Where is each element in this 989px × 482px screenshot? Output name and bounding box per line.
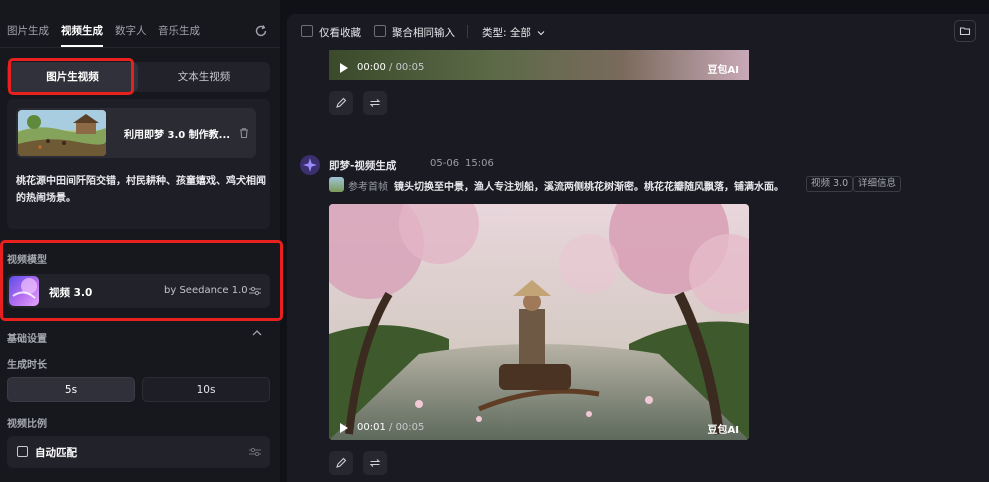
model-tag[interactable]: 视频 3.0 [806, 176, 854, 192]
regenerate-icon [369, 459, 381, 467]
video-frame [329, 204, 749, 440]
play-icon[interactable] [340, 63, 348, 73]
author-name: 即梦-视频生成 [329, 160, 397, 172]
regenerate-button[interactable] [363, 91, 387, 115]
folder-icon [959, 27, 971, 36]
basic-settings-label: 基础设置 [7, 334, 47, 345]
reference-frame-thumbnail[interactable] [329, 177, 344, 192]
regenerate-button[interactable] [363, 451, 387, 475]
chevron-up-icon[interactable] [252, 329, 262, 337]
feed-toolbar: 仅看收藏 聚合相同输入 类型: 全部 [287, 14, 989, 50]
reference-image-thumbnail [18, 110, 106, 156]
type-filter-label: 类型: 全部 [482, 27, 531, 39]
tab-digital-human[interactable]: 数字人 [115, 23, 147, 38]
duration-5s-button[interactable]: 5s [7, 377, 135, 402]
left-panel: 图片生成 视频生成 数字人 音乐生成 图片生视频 文本生视频 利用即梦 3.0 … [0, 0, 283, 482]
image-to-video-button[interactable]: 图片生视频 [7, 62, 138, 92]
reference-title: 利用即梦 3.0 制作教... [124, 130, 231, 141]
reference-frame-label: 参考首帧 [348, 182, 388, 193]
edit-button[interactable] [329, 451, 353, 475]
video-player[interactable]: 00:01 / 00:05 豆包AI [329, 204, 749, 440]
model-section-label: 视频模型 [7, 255, 47, 266]
type-filter-dropdown[interactable]: 类型: 全部 [482, 25, 545, 40]
details-tag[interactable]: 详细信息 [853, 176, 902, 192]
video-time: 00:01 / 00:05 [357, 422, 424, 433]
settings-sliders-icon[interactable] [249, 286, 261, 296]
video-watermark: 豆包AI [707, 65, 739, 76]
video-player[interactable]: 00:00 / 00:05 豆包AI [329, 50, 749, 80]
play-icon[interactable] [340, 423, 348, 433]
video-total-time: / 00:05 [389, 62, 425, 73]
prompt-card: 利用即梦 3.0 制作教... 桃花源中田间阡陌交错，村民耕种、孩童嬉戏、鸡犬相… [7, 99, 270, 229]
folder-button[interactable] [954, 20, 976, 42]
ratio-label: 视频比例 [7, 419, 47, 430]
fav-only-checkbox[interactable] [301, 25, 313, 37]
model-icon [9, 276, 39, 306]
prompt-text[interactable]: 桃花源中田间阡陌交错，村民耕种、孩童嬉戏、鸡犬相闻的热闹场景。 [16, 173, 266, 207]
mode-switch: 图片生视频 文本生视频 [7, 62, 270, 92]
edit-button[interactable] [329, 91, 353, 115]
video-current-time: 00:00 [357, 62, 386, 73]
duration-10s-button[interactable]: 10s [142, 377, 270, 402]
chevron-down-icon [537, 31, 545, 36]
pencil-icon [336, 457, 347, 468]
model-provider: by Seedance 1.0 [164, 285, 248, 296]
aspect-ratio-icon [17, 446, 28, 457]
avatar [300, 155, 320, 175]
ratio-selector[interactable]: 自动匹配 [7, 436, 270, 468]
video-time: 00:00 / 00:05 [357, 62, 424, 73]
video-current-time: 00:01 [357, 422, 386, 433]
merge-same-label[interactable]: 聚合相同输入 [392, 25, 455, 40]
model-selector[interactable]: 视频 3.0 by Seedance 1.0 [7, 274, 270, 308]
ratio-value: 自动匹配 [35, 447, 77, 459]
toolbar-divider [467, 25, 468, 38]
video-total-time: / 00:05 [389, 422, 425, 433]
settings-sliders-icon[interactable] [249, 447, 261, 457]
tab-image-gen[interactable]: 图片生成 [7, 23, 49, 38]
refresh-icon[interactable] [254, 24, 268, 38]
feed-panel: 仅看收藏 聚合相同输入 类型: 全部 00:00 / 00:05 豆包AI 即梦… [287, 14, 989, 482]
pencil-icon [336, 97, 347, 108]
video-controls: 00:00 / 00:05 豆包AI [329, 56, 749, 80]
video-watermark: 豆包AI [707, 425, 739, 436]
model-name: 视频 3.0 [49, 287, 93, 299]
entry-time: 15:06 [465, 158, 494, 169]
tab-bar: 图片生成 视频生成 数字人 音乐生成 [0, 0, 280, 48]
entry-date: 05-06 [430, 158, 460, 169]
fav-only-label[interactable]: 仅看收藏 [319, 25, 361, 40]
tab-video-gen[interactable]: 视频生成 [61, 23, 103, 38]
reference-image-card[interactable]: 利用即梦 3.0 制作教... [16, 108, 256, 158]
duration-label: 生成时长 [7, 360, 47, 371]
video-controls: 00:01 / 00:05 豆包AI [329, 416, 749, 440]
trash-icon[interactable] [238, 127, 250, 139]
merge-same-checkbox[interactable] [374, 25, 386, 37]
tab-music-gen[interactable]: 音乐生成 [158, 23, 200, 38]
entry-prompt: 镜头切换至中景，渔人专注划船，溪流两侧桃花树渐密。桃花花瓣随风飘落，铺满水面。 [394, 182, 784, 193]
text-to-video-button[interactable]: 文本生视频 [138, 62, 270, 92]
active-tab-indicator [61, 45, 103, 47]
regenerate-icon [369, 99, 381, 107]
